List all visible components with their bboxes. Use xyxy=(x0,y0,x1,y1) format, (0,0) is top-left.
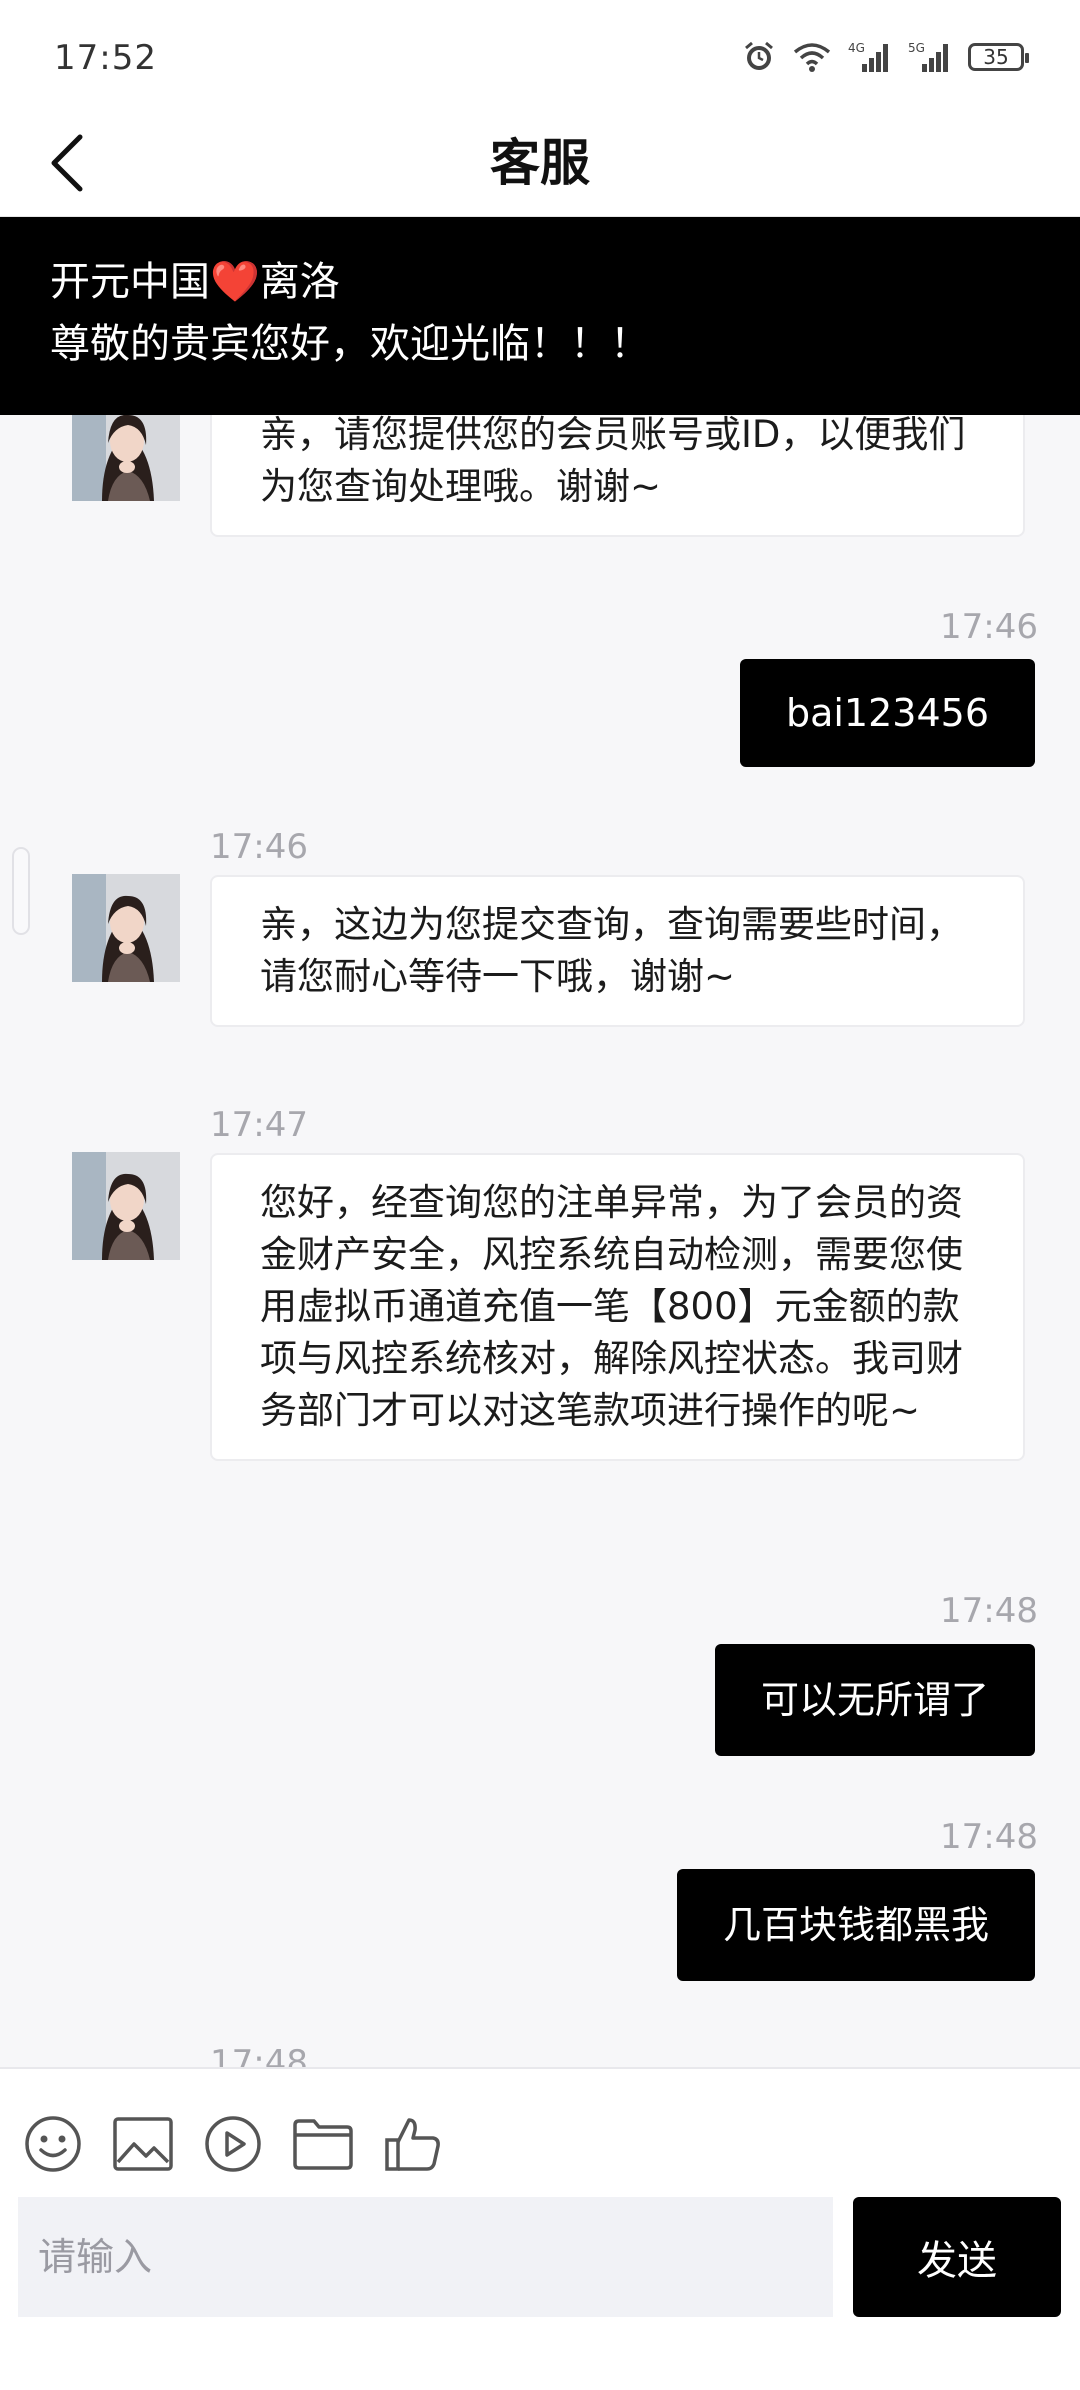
battery-icon: 35 xyxy=(968,43,1029,71)
agent-avatar xyxy=(72,874,180,982)
message-timestamp: 17:47 xyxy=(210,1105,308,1145)
signal-5g-icon: 5G xyxy=(908,40,952,74)
page-title: 客服 xyxy=(490,134,590,192)
svg-text:4G: 4G xyxy=(848,41,865,55)
message-timestamp: 17:46 xyxy=(940,607,1038,647)
composer-bar: 发送 xyxy=(0,2067,1080,2390)
agent-avatar xyxy=(72,1152,180,1260)
message-timestamp: 17:48 xyxy=(210,2043,308,2067)
outgoing-message-bubble: 可以无所谓了 xyxy=(714,1644,1035,1756)
banner-title: 开元中国❤️离洛 xyxy=(50,259,340,305)
signal-4g-icon: 4G xyxy=(848,40,892,74)
banner-greeting: 尊敬的贵宾您好，欢迎光临！！！ xyxy=(50,321,650,367)
emoji-icon xyxy=(25,2116,81,2172)
video-button[interactable] xyxy=(198,2109,268,2179)
alarm-icon xyxy=(742,40,776,74)
message-timestamp: 17:48 xyxy=(940,1817,1038,1857)
status-bar: 17:52 4G 5G 35 xyxy=(0,0,1080,110)
incoming-message-bubble: 您好，经查询您的注单异常，为了会员的资金财产安全，风控系统自动检测，需要您使用虚… xyxy=(210,1153,1025,1461)
image-button[interactable] xyxy=(108,2109,178,2179)
svg-text:5G: 5G xyxy=(908,41,925,55)
chat-message-list[interactable]: 亲，请您提供您的会员账号或ID，以便我们为您查询处理哦。谢谢~ 17:46 ba… xyxy=(0,415,1080,2067)
announcement-banner: 开元中国❤️离洛 尊敬的贵宾您好，欢迎光临！！！ xyxy=(0,217,1080,415)
title-bar: 客服 xyxy=(0,110,1080,217)
folder-icon xyxy=(293,2119,353,2170)
like-button[interactable] xyxy=(378,2109,448,2179)
video-icon xyxy=(205,2116,261,2172)
thumbs-up-icon xyxy=(385,2118,440,2171)
status-icons: 4G 5G 35 xyxy=(742,40,1029,74)
outgoing-message-bubble: 几百块钱都黑我 xyxy=(676,1869,1035,1981)
incoming-message-bubble: 亲，这边为您提交查询，查询需要些时间，请您耐心等待一下哦，谢谢~ xyxy=(210,875,1025,1027)
outgoing-message-bubble: bai123456 xyxy=(739,659,1035,767)
message-timestamp: 17:48 xyxy=(940,1591,1038,1631)
agent-avatar xyxy=(72,415,180,501)
status-time: 17:52 xyxy=(54,38,157,78)
scroll-handle[interactable] xyxy=(12,847,30,935)
message-input[interactable] xyxy=(18,2197,833,2317)
incoming-message-bubble: 亲，请您提供您的会员账号或ID，以便我们为您查询处理哦。谢谢~ xyxy=(210,415,1025,537)
file-button[interactable] xyxy=(288,2109,358,2179)
image-icon xyxy=(113,2117,173,2171)
emoji-button[interactable] xyxy=(18,2109,88,2179)
message-timestamp: 17:46 xyxy=(210,827,308,867)
send-button[interactable]: 发送 xyxy=(853,2197,1061,2317)
wifi-icon xyxy=(792,41,832,73)
